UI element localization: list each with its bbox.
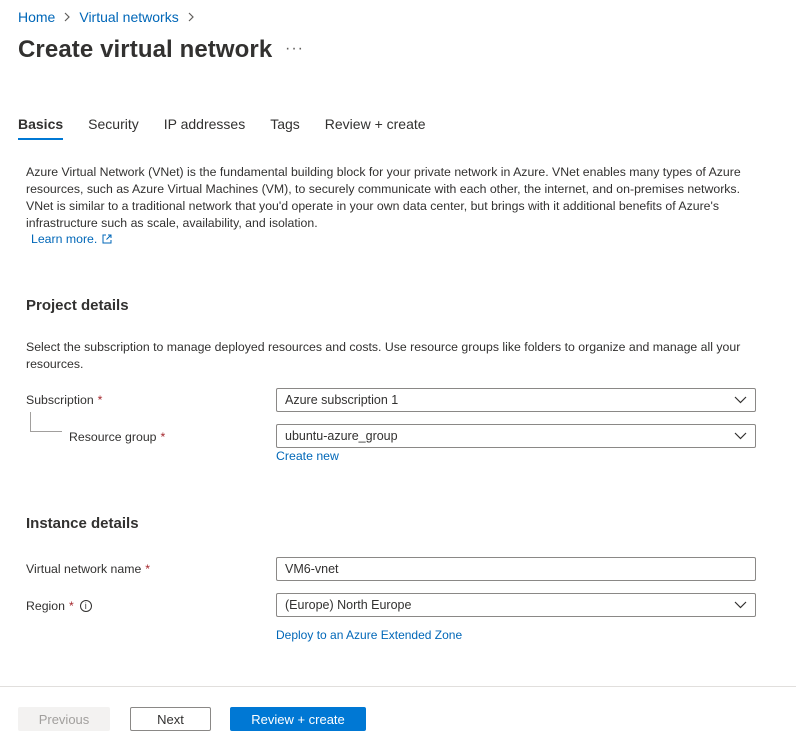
intro-text: Azure Virtual Network (VNet) is the fund… [26,165,741,230]
more-options-button[interactable]: ··· [285,40,304,58]
required-marker: * [97,393,103,407]
page-title: Create virtual network [18,36,273,63]
tab-review-create[interactable]: Review + create [325,116,426,140]
tab-basics[interactable]: Basics [18,116,64,140]
instance-details-heading: Instance details [26,515,139,532]
required-marker: * [145,562,151,576]
vnet-name-label-text: Virtual network name [26,562,142,576]
resource-group-label-text: Resource group [69,430,157,444]
breadcrumb-virtual-networks[interactable]: Virtual networks [79,9,178,25]
extended-zone-link[interactable]: Deploy to an Azure Extended Zone [276,628,462,642]
subscription-dropdown[interactable]: Azure subscription 1 [276,388,756,412]
vnet-name-label: Virtual network name * [26,562,150,576]
region-label: Region * i [26,599,92,613]
subscription-value: Azure subscription 1 [285,393,399,407]
project-details-heading: Project details [26,297,129,314]
required-marker: * [160,430,166,444]
chevron-down-icon [734,396,747,404]
vnet-name-input[interactable] [276,557,756,581]
breadcrumb: Home Virtual networks [18,9,203,25]
resource-group-label: Resource group * [69,430,165,444]
tab-security[interactable]: Security [88,116,139,140]
tab-tags[interactable]: Tags [270,116,300,140]
previous-button[interactable]: Previous [18,707,110,731]
tree-connector [30,412,62,432]
resource-group-value: ubuntu-azure_group [285,429,398,443]
region-value: (Europe) North Europe [285,598,412,612]
required-marker: * [68,599,74,613]
subscription-label-text: Subscription [26,393,94,407]
footer-divider [0,686,796,687]
subscription-label: Subscription * [26,393,102,407]
resource-group-dropdown[interactable]: ubuntu-azure_group [276,424,756,448]
project-details-description: Select the subscription to manage deploy… [26,340,741,371]
review-create-button[interactable]: Review + create [230,707,366,731]
external-link-icon [102,234,112,244]
tab-bar: Basics Security IP addresses Tags Review… [18,116,451,140]
breadcrumb-home[interactable]: Home [18,9,55,25]
region-label-text: Region [26,599,65,613]
tab-ip-addresses[interactable]: IP addresses [164,116,245,140]
chevron-down-icon [734,601,747,609]
learn-more-link[interactable]: Learn more. [31,232,112,246]
learn-more-label: Learn more. [31,232,98,246]
info-icon[interactable]: i [79,600,92,612]
next-button[interactable]: Next [130,707,211,731]
chevron-right-icon [187,12,195,22]
create-new-link[interactable]: Create new [276,449,339,463]
chevron-down-icon [734,432,747,440]
chevron-right-icon [63,12,71,22]
region-dropdown[interactable]: (Europe) North Europe [276,593,756,617]
